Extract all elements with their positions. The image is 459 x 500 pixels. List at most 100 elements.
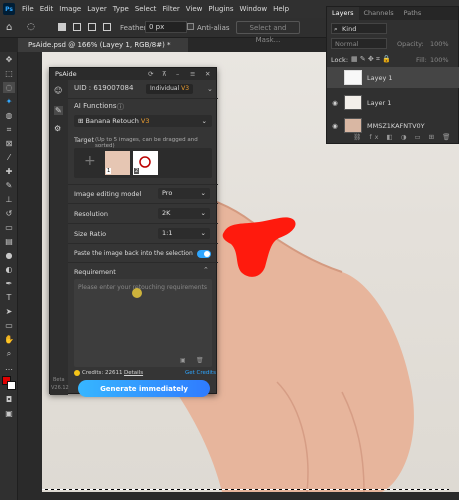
chevron-down-icon: ⌄ xyxy=(201,117,207,125)
more-tools-icon[interactable]: … xyxy=(3,362,15,373)
tab-paths[interactable]: Paths xyxy=(399,7,427,20)
visibility-eye-icon[interactable]: ◉ xyxy=(330,99,340,107)
menu-help[interactable]: Help xyxy=(270,5,292,13)
target-thumbnail[interactable]: 2 xyxy=(133,151,158,175)
pen-tool-icon[interactable]: ✒ xyxy=(3,278,15,289)
lasso-tool-button-icon[interactable]: ◌ xyxy=(3,82,15,93)
healing-brush-icon[interactable]: ✚ xyxy=(3,166,15,177)
target-images-area[interactable]: + 1 2 xyxy=(74,148,212,178)
menu-edit[interactable]: Edit xyxy=(37,5,57,13)
resolution-select[interactable]: 2K ⌄ xyxy=(158,208,210,219)
eraser-tool-icon[interactable]: ▭ xyxy=(3,222,15,233)
menu-plugins[interactable]: Plugins xyxy=(205,5,236,13)
layer-name[interactable]: Layer 1 xyxy=(367,99,391,107)
trash-icon[interactable]: 🗑 xyxy=(196,357,204,364)
details-link[interactable]: Details xyxy=(124,370,143,376)
fill-value[interactable]: 100% xyxy=(430,56,449,64)
crop-tool-icon[interactable]: ⌗ xyxy=(3,124,15,135)
history-brush-icon[interactable]: ↺ xyxy=(3,208,15,219)
type-tool-icon[interactable]: T xyxy=(3,292,15,303)
move-tool-icon[interactable]: ✥ xyxy=(3,54,15,65)
intersect-selection-icon[interactable] xyxy=(103,23,111,31)
get-credits-link[interactable]: Get Credits xyxy=(185,370,216,376)
ai-tool-icon[interactable]: ✦ xyxy=(3,96,15,107)
lock-icons[interactable]: ▦ ✎ ✥ ⌗ 🔒 xyxy=(351,55,391,64)
hand-tool-icon[interactable]: ✋ xyxy=(3,334,15,345)
ai-function-select[interactable]: ⊞ Banana Retouch V3 ⌄ xyxy=(74,115,212,127)
paste-back-toggle[interactable] xyxy=(197,250,211,258)
path-select-icon[interactable]: ➤ xyxy=(3,306,15,317)
close-icon[interactable]: ✕ xyxy=(205,70,210,78)
lasso-tool-icon[interactable]: ◌ xyxy=(27,22,35,32)
subtract-selection-icon[interactable] xyxy=(88,23,96,31)
menu-type[interactable]: Type xyxy=(110,5,132,13)
layer-name[interactable]: Layey 1 xyxy=(367,74,393,82)
layers-footer-icons[interactable]: ⛓ fx ◧ ◑ ▭ ⊞ 🗑 xyxy=(353,133,453,141)
psaide-titlebar: PsAide ⟳ ⊼ – ≡ ✕ xyxy=(50,68,216,80)
minimize-icon[interactable]: – xyxy=(176,70,179,78)
panel-menu-icon[interactable]: ≡ xyxy=(190,70,195,78)
requirement-textarea[interactable]: Please enter your retouching requirement… xyxy=(74,279,212,367)
feather-input[interactable]: 0 px xyxy=(145,21,187,33)
zoom-tool-icon[interactable]: ⌕ xyxy=(3,348,15,359)
visibility-eye-icon[interactable]: ● xyxy=(330,74,340,82)
red-mark-shape xyxy=(222,217,296,277)
gradient-tool-icon[interactable]: ▤ xyxy=(3,236,15,247)
chevron-down-icon[interactable]: ⌄ xyxy=(207,85,213,93)
pin-icon[interactable]: ⊼ xyxy=(162,70,167,78)
screen-mode-icon[interactable]: ▣ xyxy=(3,408,15,419)
add-selection-icon[interactable] xyxy=(73,23,81,31)
layer-row[interactable]: ● Layey 1 xyxy=(327,67,459,88)
menu-select[interactable]: Select xyxy=(132,5,160,13)
fill-label: Fill: xyxy=(416,56,427,64)
menu-filter[interactable]: Filter xyxy=(159,5,182,13)
background-color-swatch[interactable] xyxy=(7,381,16,390)
document-tab[interactable]: PsAide.psd @ 166% (Layey 1, RGB/8#) * xyxy=(18,38,188,52)
quick-mask-icon[interactable]: ◘ xyxy=(3,394,15,405)
menu-window[interactable]: Window xyxy=(236,5,270,13)
menu-image[interactable]: Image xyxy=(56,5,84,13)
object-select-icon[interactable]: ◍ xyxy=(3,110,15,121)
divider xyxy=(68,243,218,244)
tab-channels[interactable]: Channels xyxy=(359,7,399,20)
eyedropper-icon[interactable]: ⁄ xyxy=(3,152,15,163)
select-and-mask-button[interactable]: Select and Mask... xyxy=(236,21,300,44)
menu-view[interactable]: View xyxy=(183,5,206,13)
photoshop-logo-icon[interactable]: Ps xyxy=(3,3,15,15)
visibility-eye-icon[interactable]: ◉ xyxy=(330,122,340,130)
blend-mode-select[interactable]: Normal xyxy=(331,38,387,49)
settings-gear-icon[interactable]: ⚙ xyxy=(54,124,61,133)
layer-row[interactable]: ◉ Layer 1 xyxy=(327,92,459,113)
menu-layer[interactable]: Layer xyxy=(84,5,110,13)
target-thumbnail[interactable]: 1 xyxy=(105,151,130,175)
antialias-checkbox[interactable] xyxy=(187,23,194,30)
opacity-value[interactable]: 100% xyxy=(430,40,449,48)
opacity-label: Opacity: xyxy=(397,40,424,48)
model-select[interactable]: Pro ⌄ xyxy=(158,188,210,199)
frame-tool-icon[interactable]: ⊠ xyxy=(3,138,15,149)
brush-tool-icon[interactable]: ✎ xyxy=(3,180,15,191)
tab-layers[interactable]: Layers xyxy=(327,7,359,20)
edit-icon[interactable]: ✎ xyxy=(54,106,63,115)
marquee-tool-icon[interactable]: ⬚ xyxy=(3,68,15,79)
blur-tool-icon[interactable]: ● xyxy=(3,250,15,261)
dodge-tool-icon[interactable]: ◐ xyxy=(3,264,15,275)
info-icon[interactable]: ⓘ xyxy=(117,102,124,112)
home-icon[interactable]: ⌂ xyxy=(6,22,12,33)
clone-stamp-icon[interactable]: ⊥ xyxy=(3,194,15,205)
generate-button[interactable]: Generate immediately xyxy=(78,380,210,397)
menu-file[interactable]: File xyxy=(19,5,37,13)
image-icon[interactable]: ▣ xyxy=(180,357,186,364)
divider xyxy=(68,262,218,263)
antialias-label: Anti-alias xyxy=(197,24,230,32)
user-icon[interactable]: ☺ xyxy=(54,86,62,95)
layer-name[interactable]: MMSZ1KAFNTV0Y xyxy=(367,122,425,130)
size-ratio-select[interactable]: 1:1 ⌄ xyxy=(158,228,210,239)
new-selection-icon[interactable] xyxy=(58,23,66,31)
psaide-title: PsAide xyxy=(55,70,77,78)
refresh-icon[interactable]: ⟳ xyxy=(148,70,153,78)
kind-filter-select[interactable]: ⌕ Kind xyxy=(331,23,387,34)
chevron-up-icon[interactable]: ⌃ xyxy=(203,266,209,274)
rectangle-tool-icon[interactable]: ▭ xyxy=(3,320,15,331)
add-image-icon[interactable]: + xyxy=(84,153,96,169)
